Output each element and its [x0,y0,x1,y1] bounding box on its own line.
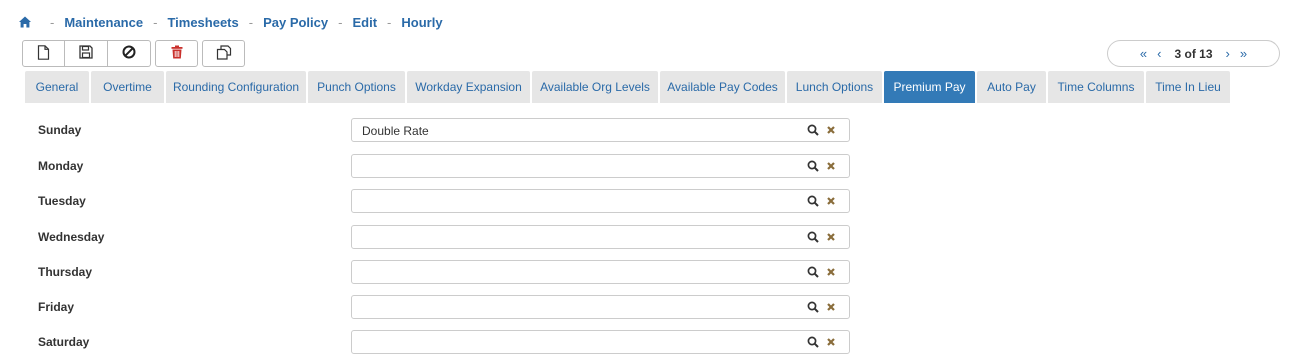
tab-general[interactable]: General [25,71,89,103]
tab-available-org-levels[interactable]: Available Org Levels [532,71,658,103]
thursday-label: Thursday [38,265,93,279]
tuesday-lookup-field [351,189,850,213]
form-row-sunday: Sunday [0,118,1299,142]
breadcrumb-separator: - [248,14,254,30]
record-position: 3 of 13 [1174,46,1213,61]
tab-punch-options[interactable]: Punch Options [308,71,405,103]
saturday-lookup-field [351,330,850,354]
clear-icon[interactable] [825,301,837,313]
form-row-monday: Monday [0,154,1299,178]
clear-icon[interactable] [825,160,837,172]
wednesday-label: Wednesday [38,230,105,244]
previous-record-button[interactable]: ‹ [1157,47,1161,60]
search-icon[interactable] [807,160,819,172]
tab-overtime[interactable]: Overtime [91,71,164,103]
home-icon[interactable] [18,15,32,29]
breadcrumb-separator: - [338,14,343,30]
record-pager: « ‹ 3 of 13 › » [1107,40,1280,67]
clear-icon[interactable] [825,124,837,136]
delete-button[interactable] [155,40,198,67]
clear-icon[interactable] [825,231,837,243]
breadcrumb-timesheets[interactable]: Timesheets [167,15,238,30]
form-row-friday: Friday [0,295,1299,319]
breadcrumb-separator: - [387,14,392,30]
clear-icon[interactable] [825,266,837,278]
saturday-label: Saturday [38,335,90,349]
save-button[interactable] [65,40,108,67]
new-document-icon [37,44,50,63]
friday-label: Friday [38,300,75,314]
breadcrumb-pay-policy[interactable]: Pay Policy [263,15,328,30]
tuesday-label: Tuesday [38,194,86,208]
copy-icon [216,44,232,63]
form-row-thursday: Thursday [0,260,1299,284]
tab-available-pay-codes[interactable]: Available Pay Codes [660,71,785,103]
saturday-input[interactable] [362,335,802,350]
tab-workday-expansion[interactable]: Workday Expansion [407,71,530,103]
monday-lookup-field [351,154,850,178]
toolbar [22,40,245,67]
sunday-lookup-field [351,118,850,142]
tab-lunch-options[interactable]: Lunch Options [787,71,882,103]
tab-rounding-configuration[interactable]: Rounding Configuration [166,71,306,103]
breadcrumb-hourly[interactable]: Hourly [401,15,442,30]
copy-button[interactable] [202,40,245,67]
breadcrumb-separator: - [50,14,55,30]
breadcrumb-separator: - [153,14,158,30]
cancel-button[interactable] [108,40,151,67]
search-icon[interactable] [807,266,819,278]
thursday-input[interactable] [362,265,802,280]
delete-icon [171,45,183,62]
friday-lookup-field [351,295,850,319]
tuesday-input[interactable] [362,194,802,209]
sunday-label: Sunday [38,123,82,137]
last-record-button[interactable]: » [1240,47,1247,60]
clear-icon[interactable] [825,195,837,207]
tab-time-columns[interactable]: Time Columns [1048,71,1144,103]
form-row-tuesday: Tuesday [0,189,1299,213]
search-icon[interactable] [807,124,819,136]
monday-label: Monday [38,159,84,173]
form-row-wednesday: Wednesday [0,225,1299,249]
next-record-button[interactable]: › [1226,47,1230,60]
form-row-saturday: Saturday [0,330,1299,354]
tab-bar: General Overtime Rounding Configuration … [25,71,1232,103]
save-icon [79,45,93,62]
breadcrumb: - Maintenance - Timesheets - Pay Policy … [18,13,443,31]
first-record-button[interactable]: « [1140,47,1147,60]
wednesday-lookup-field [351,225,850,249]
search-icon[interactable] [807,195,819,207]
breadcrumb-edit[interactable]: Edit [352,15,377,30]
wednesday-input[interactable] [362,230,802,245]
new-button[interactable] [22,40,65,67]
tab-auto-pay[interactable]: Auto Pay [977,71,1046,103]
search-icon[interactable] [807,231,819,243]
search-icon[interactable] [807,301,819,313]
cancel-icon [122,45,136,62]
monday-input[interactable] [362,159,802,174]
tab-time-in-lieu[interactable]: Time In Lieu [1146,71,1230,103]
search-icon[interactable] [807,336,819,348]
sunday-input[interactable] [362,123,802,138]
tab-premium-pay[interactable]: Premium Pay [884,71,975,103]
clear-icon[interactable] [825,336,837,348]
thursday-lookup-field [351,260,850,284]
breadcrumb-maintenance[interactable]: Maintenance [64,15,143,30]
friday-input[interactable] [362,300,802,315]
